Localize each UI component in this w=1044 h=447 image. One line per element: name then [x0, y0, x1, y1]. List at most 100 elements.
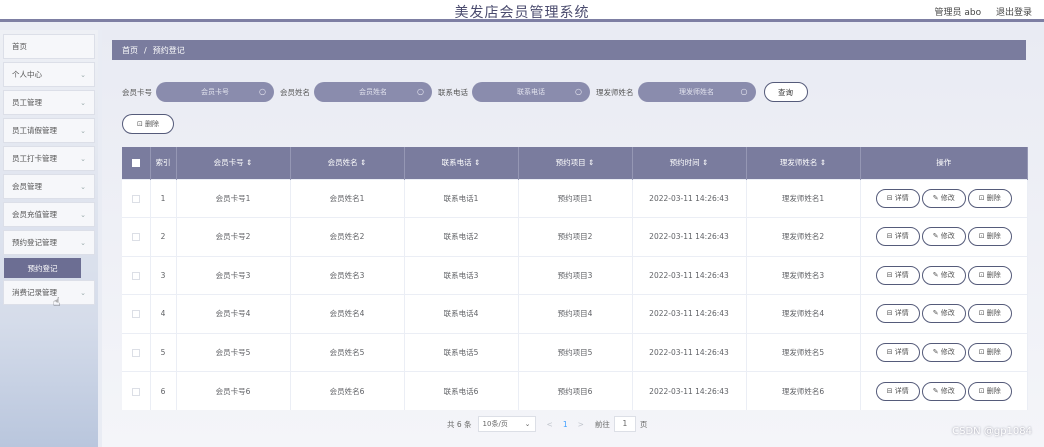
edit-button[interactable]: ✎ 修改	[921, 304, 966, 324]
row-checkbox[interactable]	[122, 178, 151, 218]
edit-button[interactable]: ✎ 修改	[921, 227, 966, 247]
column-header-stylist-name[interactable]: 理发师姓名 ⇕	[746, 147, 861, 179]
sidebar-item-consumption-records[interactable]: 消费记录管理 ⌄	[3, 280, 95, 305]
search-icon: ○	[740, 87, 748, 96]
sidebar-subitem-appointment-register[interactable]: 预约登记	[4, 258, 81, 278]
edit-button[interactable]: ✎ 修改	[921, 381, 966, 401]
breadcrumb-home[interactable]: 首页	[122, 45, 138, 56]
sidebar-item-staff-attendance[interactable]: 员工打卡管理 ⌄	[3, 146, 95, 171]
chevron-down-icon: ⌄	[80, 154, 86, 163]
select-all-checkbox[interactable]	[122, 147, 151, 179]
cell-phone: 联系电话3	[404, 255, 519, 295]
row-checkbox[interactable]	[122, 332, 151, 372]
sidebar-item-label: 个人中心	[12, 70, 42, 79]
batch-delete-label: 删除	[145, 120, 160, 128]
pagination: 共 6 条 10条/页 ⌄ < 1 > 前往 1 页	[447, 416, 647, 432]
row-checkbox[interactable]	[122, 217, 151, 256]
cell-appointment-item: 预约项目6	[518, 371, 633, 410]
prev-page-button[interactable]: <	[547, 420, 553, 429]
cell-phone: 联系电话6	[404, 371, 519, 410]
table-row: 5 会员卡号5 会员姓名5 联系电话5 预约项目5 2022-03-11 14:26:43…	[122, 332, 1028, 372]
table-row: 4 会员卡号4 会员姓名4 联系电话4 预约项目4 2022-03-11 14:26:43…	[122, 294, 1028, 333]
detail-button[interactable]: ⊟ 详情	[875, 342, 920, 362]
search-icon: ○	[259, 87, 266, 96]
row-checkbox[interactable]	[122, 255, 151, 295]
sidebar-item-label: 首页	[12, 42, 27, 51]
chevron-down-icon: ⌄	[80, 98, 86, 107]
cell-card-no: 会员卡号1	[176, 178, 291, 218]
cell-phone: 联系电话5	[404, 332, 519, 372]
breadcrumb: 首页 / 预约登记	[112, 40, 1026, 60]
cell-index: 3	[150, 255, 177, 295]
goto-page-input[interactable]: 1	[613, 416, 636, 432]
cell-stylist-name: 理发师姓名4	[746, 294, 861, 333]
cell-appointment-time: 2022-03-11 14:26:43	[632, 178, 747, 218]
detail-button[interactable]: ⊟ 详情	[875, 227, 920, 247]
sidebar-item-home[interactable]: 首页	[3, 34, 95, 59]
cell-member-name: 会员姓名1	[290, 178, 405, 218]
delete-button[interactable]: ⊡ 删除	[967, 342, 1012, 362]
page-size-select[interactable]: 10条/页 ⌄	[477, 416, 536, 432]
main-content: 首页 / 预约登记 会员卡号 ○ 会员姓名 ○ 联系电话 ○ 理发师姓名 ○ 查…	[102, 30, 1044, 447]
detail-button[interactable]: ⊟ 详情	[875, 188, 920, 208]
cell-stylist-name: 理发师姓名5	[746, 332, 861, 372]
cell-index: 5	[150, 332, 177, 372]
member-name-input[interactable]	[333, 88, 413, 96]
card-no-input[interactable]	[175, 88, 255, 96]
phone-input[interactable]	[491, 88, 571, 96]
batch-delete-button[interactable]: ⊡ 删除	[122, 114, 174, 134]
cell-stylist-name: 理发师姓名2	[746, 217, 861, 256]
chevron-down-icon: ⌄	[80, 182, 86, 191]
sidebar-item-staff-leave[interactable]: 员工请假管理 ⌄	[3, 118, 95, 143]
delete-button[interactable]: ⊡ 删除	[967, 227, 1012, 247]
cell-actions: ⊟ 详情 ✎ 修改 ⊡ 删除	[860, 217, 1028, 256]
sidebar-item-members[interactable]: 会员管理 ⌄	[3, 174, 95, 199]
stylist-name-input[interactable]	[656, 88, 737, 96]
sidebar-item-label: 员工管理	[12, 98, 42, 107]
delete-button[interactable]: ⊡ 删除	[967, 265, 1012, 285]
cell-actions: ⊟ 详情 ✎ 修改 ⊡ 删除	[860, 332, 1028, 372]
column-header-appointment-item[interactable]: 预约项目 ⇕	[518, 147, 633, 179]
table-row: 2 会员卡号2 会员姓名2 联系电话2 预约项目2 2022-03-11 14:26:43…	[122, 217, 1028, 256]
chevron-down-icon: ⌄	[80, 70, 86, 79]
edit-button[interactable]: ✎ 修改	[921, 265, 966, 285]
search-icon: ○	[575, 87, 582, 96]
cell-stylist-name: 理发师姓名1	[746, 178, 861, 218]
sidebar-item-staff[interactable]: 员工管理 ⌄	[3, 90, 95, 115]
column-header-card-no[interactable]: 会员卡号 ⇕	[176, 147, 291, 179]
column-header-appointment-time[interactable]: 预约时间 ⇕	[632, 147, 747, 179]
edit-button[interactable]: ✎ 修改	[921, 342, 966, 362]
cell-phone: 联系电话1	[404, 178, 519, 218]
page-number-current[interactable]: 1	[563, 420, 568, 429]
cell-index: 2	[150, 217, 177, 256]
table-row: 6 会员卡号6 会员姓名6 联系电话6 预约项目6 2022-03-11 14:26:43…	[122, 371, 1028, 410]
delete-button[interactable]: ⊡ 删除	[967, 381, 1012, 401]
column-header-member-name[interactable]: 会员姓名 ⇕	[290, 147, 405, 179]
chevron-down-icon: ⌄	[80, 126, 86, 135]
cell-appointment-time: 2022-03-11 14:26:43	[632, 255, 747, 295]
delete-button[interactable]: ⊡ 删除	[967, 188, 1012, 208]
next-page-button[interactable]: >	[578, 420, 584, 429]
query-button[interactable]: 查询	[763, 82, 808, 102]
cell-actions: ⊟ 详情 ✎ 修改 ⊡ 删除	[860, 255, 1028, 295]
detail-button[interactable]: ⊟ 详情	[875, 265, 920, 285]
delete-button[interactable]: ⊡ 删除	[967, 304, 1012, 324]
column-header-phone[interactable]: 联系电话 ⇕	[404, 147, 519, 179]
row-checkbox[interactable]	[122, 371, 151, 410]
logout-link[interactable]: 退出登录	[996, 8, 1032, 18]
cell-card-no: 会员卡号3	[176, 255, 291, 295]
sidebar-item-personal-center[interactable]: 个人中心 ⌄	[3, 62, 95, 87]
cell-card-no: 会员卡号2	[176, 217, 291, 256]
sidebar-item-label: 会员充值管理	[12, 210, 57, 219]
chevron-down-icon: ⌄	[524, 420, 531, 428]
detail-button[interactable]: ⊟ 详情	[875, 381, 920, 401]
cell-stylist-name: 理发师姓名3	[746, 255, 861, 295]
cell-index: 4	[150, 294, 177, 333]
detail-button[interactable]: ⊟ 详情	[875, 304, 920, 324]
edit-button[interactable]: ✎ 修改	[921, 188, 966, 208]
cell-member-name: 会员姓名5	[290, 332, 405, 372]
sidebar-item-label: 员工打卡管理	[12, 154, 57, 163]
sidebar-item-member-recharge[interactable]: 会员充值管理 ⌄	[3, 202, 95, 227]
row-checkbox[interactable]	[122, 294, 151, 333]
sidebar-item-appointments[interactable]: 预约登记管理 ⌄	[3, 230, 95, 255]
